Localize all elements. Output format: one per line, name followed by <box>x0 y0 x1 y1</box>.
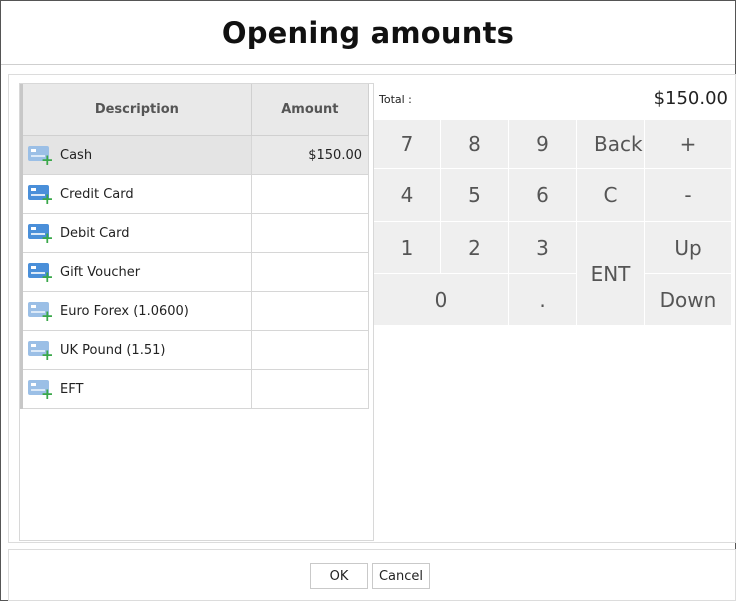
description-cell[interactable]: + Euro Forex (1.0600) <box>20 291 252 331</box>
key-8[interactable]: 8 <box>441 120 509 169</box>
table-row[interactable]: + Cash $150.00 <box>20 135 370 175</box>
key-minus[interactable]: - <box>645 169 732 222</box>
table-row[interactable]: + Credit Card <box>20 174 370 214</box>
amount-cell[interactable] <box>251 213 370 253</box>
key-enter[interactable]: ENT <box>577 222 645 326</box>
column-header-description[interactable]: Description <box>20 84 252 136</box>
description-cell[interactable]: + EFT <box>20 369 252 409</box>
key-4[interactable]: 4 <box>374 169 441 222</box>
tender-description: Debit Card <box>60 225 130 241</box>
table-row[interactable]: + Debit Card <box>20 213 370 253</box>
key-3[interactable]: 3 <box>509 222 577 274</box>
description-cell[interactable]: + Cash <box>20 135 252 175</box>
numeric-keypad: 7 8 9 Back + 4 5 6 C - 1 2 3 ENT Up 0 . … <box>374 120 732 336</box>
card-add-icon: + <box>28 145 54 168</box>
key-down[interactable]: Down <box>645 274 732 326</box>
description-cell[interactable]: + UK Pound (1.51) <box>20 330 252 370</box>
tender-description: Euro Forex (1.0600) <box>60 303 189 319</box>
tender-description: Credit Card <box>60 186 134 202</box>
amount-cell[interactable] <box>251 252 370 292</box>
key-back[interactable]: Back <box>577 120 645 169</box>
description-cell[interactable]: + Debit Card <box>20 213 252 253</box>
card-add-icon: + <box>28 184 54 207</box>
column-header-amount[interactable]: Amount <box>251 84 370 136</box>
card-add-icon: + <box>28 262 54 285</box>
tender-grid: Description Amount + Cash $150.00 + Credit C… <box>19 83 374 541</box>
key-7[interactable]: 7 <box>374 120 441 169</box>
amount-cell[interactable] <box>251 369 370 409</box>
key-9[interactable]: 9 <box>509 120 577 169</box>
description-cell[interactable]: + Credit Card <box>20 174 252 214</box>
key-1[interactable]: 1 <box>374 222 441 274</box>
amount-cell[interactable]: $150.00 <box>251 135 370 175</box>
total-value: $150.00 <box>653 88 728 109</box>
amount-cell[interactable] <box>251 330 370 370</box>
card-add-icon: + <box>28 340 54 363</box>
keypad-panel: Total : $150.00 7 8 9 Back + 4 5 6 C - 1… <box>374 83 732 539</box>
table-header-row: Description Amount <box>20 84 370 136</box>
dialog-title: Opening amounts <box>221 15 515 50</box>
amount-cell[interactable] <box>251 291 370 331</box>
table-row[interactable]: + UK Pound (1.51) <box>20 330 370 370</box>
key-plus[interactable]: + <box>645 120 732 169</box>
content-area: Description Amount + Cash $150.00 + Credit C… <box>8 74 736 543</box>
table-row[interactable]: + Gift Voucher <box>20 252 370 292</box>
ok-button[interactable]: OK <box>310 563 368 589</box>
tender-description: Cash <box>60 147 93 163</box>
card-add-icon: + <box>28 379 54 402</box>
table-row[interactable]: + EFT <box>20 369 370 409</box>
total-row: Total : $150.00 <box>374 83 732 121</box>
key-6[interactable]: 6 <box>509 169 577 222</box>
key-2[interactable]: 2 <box>441 222 509 274</box>
tender-description: Gift Voucher <box>60 264 141 280</box>
key-clear[interactable]: C <box>577 169 645 222</box>
total-label: Total : <box>379 93 412 106</box>
card-add-icon: + <box>28 223 54 246</box>
tender-description: EFT <box>60 381 84 397</box>
key-5[interactable]: 5 <box>441 169 509 222</box>
table-row[interactable]: + Euro Forex (1.0600) <box>20 291 370 331</box>
key-0[interactable]: 0 <box>374 274 509 326</box>
tender-table: Description Amount + Cash $150.00 + Credit C… <box>20 84 370 409</box>
key-up[interactable]: Up <box>645 222 732 274</box>
card-add-icon: + <box>28 301 54 324</box>
opening-amounts-dialog: Opening amounts Description Amount + Cash… <box>0 0 736 601</box>
footer-bar: OK Cancel <box>8 549 736 601</box>
amount-cell[interactable] <box>251 174 370 214</box>
title-bar: Opening amounts <box>1 1 735 65</box>
tender-description: UK Pound (1.51) <box>60 342 166 358</box>
description-cell[interactable]: + Gift Voucher <box>20 252 252 292</box>
key-decimal[interactable]: . <box>509 274 577 326</box>
cancel-button[interactable]: Cancel <box>372 563 430 589</box>
